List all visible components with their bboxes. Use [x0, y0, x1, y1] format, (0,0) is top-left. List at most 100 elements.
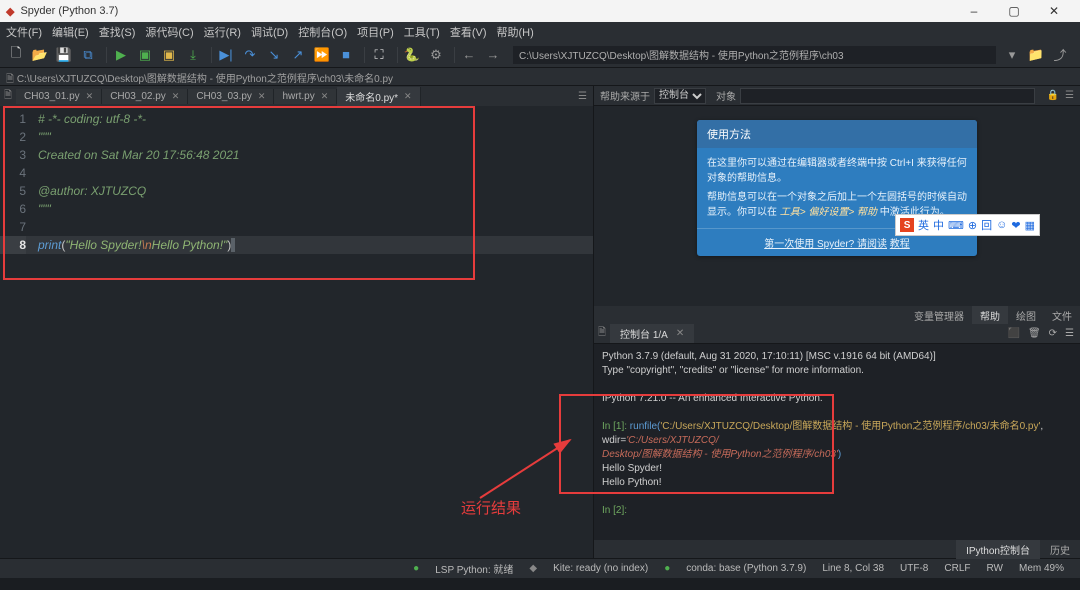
run-selection-icon[interactable]: ⤓ — [183, 45, 203, 65]
close-icon[interactable]: ✕ — [404, 91, 412, 102]
tab-history[interactable]: 历史 — [1040, 540, 1080, 559]
tab-files[interactable]: 文件 — [1044, 306, 1080, 325]
editor-pane: 🗎 CH03_01.py✕ CH03_02.py✕ CH03_03.py✕ hw… — [0, 86, 594, 558]
restart-icon[interactable]: ⟳ — [1049, 328, 1057, 339]
menu-edit[interactable]: 编辑(E) — [52, 24, 89, 40]
help-source-label: 帮助来源于 — [600, 88, 650, 103]
close-icon[interactable]: ✕ — [172, 91, 180, 102]
close-icon[interactable]: ✕ — [258, 91, 266, 102]
right-mini-tabs: 变量管理器 帮助 绘图 文件 — [594, 306, 1080, 324]
save-icon[interactable]: 💾 — [54, 45, 74, 65]
menu-run[interactable]: 运行(R) — [204, 24, 241, 40]
annotation-label: 运行结果 — [461, 497, 521, 518]
conda-dot-icon: ● — [664, 563, 670, 574]
back-icon[interactable]: ← — [459, 45, 479, 65]
run-cell-advance-icon[interactable]: ▣ — [159, 45, 179, 65]
tutorial-link[interactable]: 教程 — [890, 239, 910, 250]
step-out-icon[interactable]: ↗ — [288, 45, 308, 65]
annotation-box-code — [3, 106, 475, 280]
close-icon[interactable]: ✕ — [86, 91, 94, 102]
open-file-icon[interactable]: 📂 — [30, 45, 50, 65]
new-file-icon[interactable]: 🗋 — [6, 45, 26, 65]
editor-path: C:\Users\XJTUZCQ\Desktop\图解数据结构 - 使用Pyth… — [17, 74, 393, 85]
pane-options-icon[interactable]: ☰ — [1065, 328, 1074, 339]
step-into-icon[interactable]: ↘ — [264, 45, 284, 65]
tab-ipython-console[interactable]: IPython控制台 — [956, 540, 1040, 559]
pane-options-icon[interactable]: ☰ — [1065, 90, 1074, 101]
menu-bar: 文件(F) 编辑(E) 查找(S) 源代码(C) 运行(R) 调试(D) 控制台… — [0, 22, 1080, 42]
interrupt-icon[interactable]: ⬛ — [1007, 328, 1019, 339]
help-card-title: 使用方法 — [697, 120, 977, 148]
stop-icon[interactable]: ■ — [336, 45, 356, 65]
help-line1: 在这里你可以通过在编辑器或者终端中按 Ctrl+I 来获得任何对象的帮助信息。 — [707, 156, 967, 186]
menu-file[interactable]: 文件(F) — [6, 24, 42, 40]
ime-toolbar[interactable]: S 英 中 ⌨ ⊕ 回 ☺ ❤ ▦ — [895, 214, 1040, 236]
status-encoding[interactable]: UTF-8 — [900, 563, 928, 574]
help-object-input[interactable] — [740, 88, 1035, 104]
preferences-icon[interactable]: ⚙ — [426, 45, 446, 65]
menu-projects[interactable]: 项目(P) — [357, 24, 394, 40]
tab-hwrt[interactable]: hwrt.py✕ — [274, 89, 337, 104]
pane-options-icon[interactable]: ☰ — [572, 91, 593, 102]
status-rw[interactable]: RW — [987, 563, 1003, 574]
tab-ch03-03[interactable]: CH03_03.py✕ — [188, 89, 274, 104]
code-editor[interactable]: 1234 567 8 # -*- coding: utf-8 -*- """ C… — [0, 106, 593, 558]
tab-list-icon[interactable]: 🗎 — [0, 88, 16, 105]
tab-list-icon[interactable]: 🗎 — [594, 325, 610, 342]
minimize-button[interactable]: – — [954, 4, 994, 18]
maximize-button[interactable]: ▢ — [994, 4, 1034, 18]
ime-lang[interactable]: 英 — [918, 217, 929, 233]
help-source-bar: 帮助来源于 控制台 对象 🔒 ☰ — [594, 86, 1080, 106]
working-dir-field[interactable]: C:\Users\XJTUZCQ\Desktop\图解数据结构 - 使用Pyth… — [513, 46, 996, 64]
tab-help[interactable]: 帮助 — [972, 306, 1008, 325]
console-tab-1a[interactable]: 控制台 1/A✕ — [610, 324, 694, 343]
tab-var-explorer[interactable]: 变量管理器 — [906, 306, 972, 325]
help-source-select[interactable]: 控制台 — [654, 88, 706, 104]
close-icon[interactable]: ✕ — [321, 91, 329, 102]
window-title: Spyder (Python 3.7) — [20, 5, 954, 17]
menu-consoles[interactable]: 控制台(O) — [298, 24, 347, 40]
status-mem[interactable]: Mem 49% — [1019, 563, 1064, 574]
clear-icon[interactable]: 🗑 — [1028, 328, 1041, 339]
status-kite[interactable]: Kite: ready (no index) — [553, 563, 648, 574]
menu-source[interactable]: 源代码(C) — [145, 24, 193, 40]
status-lsp[interactable]: LSP Python: 就绪 — [435, 561, 513, 576]
right-column: 帮助来源于 控制台 对象 🔒 ☰ 使用方法 在这里你可以通过在编辑器或者终端中按… — [594, 86, 1080, 558]
status-linecol[interactable]: Line 8, Col 38 — [822, 563, 884, 574]
console-bottom-tabs: IPython控制台 历史 — [594, 540, 1080, 558]
tab-ch03-01[interactable]: CH03_01.py✕ — [16, 89, 102, 104]
console-tabs: 🗎 控制台 1/A✕ ⬛ 🗑 ⟳ ☰ — [594, 324, 1080, 344]
ipython-console[interactable]: Python 3.7.9 (default, Aug 31 2020, 17:1… — [594, 344, 1080, 540]
continue-icon[interactable]: ⏩ — [312, 45, 332, 65]
tab-unnamed0[interactable]: 未命名0.py*✕ — [337, 87, 420, 106]
run-file-icon[interactable]: ▶ — [111, 45, 131, 65]
save-all-icon[interactable]: ⧉ — [78, 45, 98, 65]
menu-tools[interactable]: 工具(T) — [404, 24, 440, 40]
tab-ch03-02[interactable]: CH03_02.py✕ — [102, 89, 188, 104]
step-over-icon[interactable]: ↷ — [240, 45, 260, 65]
status-eol[interactable]: CRLF — [944, 563, 970, 574]
tab-plots[interactable]: 绘图 — [1008, 306, 1044, 325]
status-conda[interactable]: conda: base (Python 3.7.9) — [686, 563, 806, 574]
parent-dir-icon[interactable]: ⤴ — [1050, 45, 1070, 65]
lsp-dot-icon: ● — [413, 563, 419, 574]
close-button[interactable]: ✕ — [1034, 4, 1074, 18]
debug-icon[interactable]: ▶| — [216, 45, 236, 65]
editor-tabs: 🗎 CH03_01.py✕ CH03_02.py✕ CH03_03.py✕ hw… — [0, 86, 593, 106]
menu-search[interactable]: 查找(S) — [99, 24, 136, 40]
browse-dir-icon[interactable]: 📁 — [1026, 45, 1046, 65]
lock-icon[interactable]: 🔒 — [1047, 90, 1059, 101]
dropdown-icon[interactable]: ▾ — [1002, 45, 1022, 65]
max-pane-icon[interactable]: ⛶ — [369, 45, 389, 65]
pythonpath-icon[interactable]: 🐍 — [402, 45, 422, 65]
close-icon[interactable]: ✕ — [676, 328, 684, 339]
menu-help[interactable]: 帮助(H) — [497, 24, 534, 40]
run-cell-icon[interactable]: ▣ — [135, 45, 155, 65]
menu-debug[interactable]: 调试(D) — [251, 24, 288, 40]
annotation-box-output — [559, 394, 834, 494]
menu-view[interactable]: 查看(V) — [450, 24, 487, 40]
help-pane: 使用方法 在这里你可以通过在编辑器或者终端中按 Ctrl+I 来获得任何对象的帮… — [594, 106, 1080, 306]
status-bar: ● LSP Python: 就绪 ◆ Kite: ready (no index… — [0, 558, 1080, 578]
toolbar: 🗋 📂 💾 ⧉ ▶ ▣ ▣ ⤓ ▶| ↷ ↘ ↗ ⏩ ■ ⛶ 🐍 ⚙ ← → C… — [0, 42, 1080, 68]
forward-icon[interactable]: → — [483, 45, 503, 65]
